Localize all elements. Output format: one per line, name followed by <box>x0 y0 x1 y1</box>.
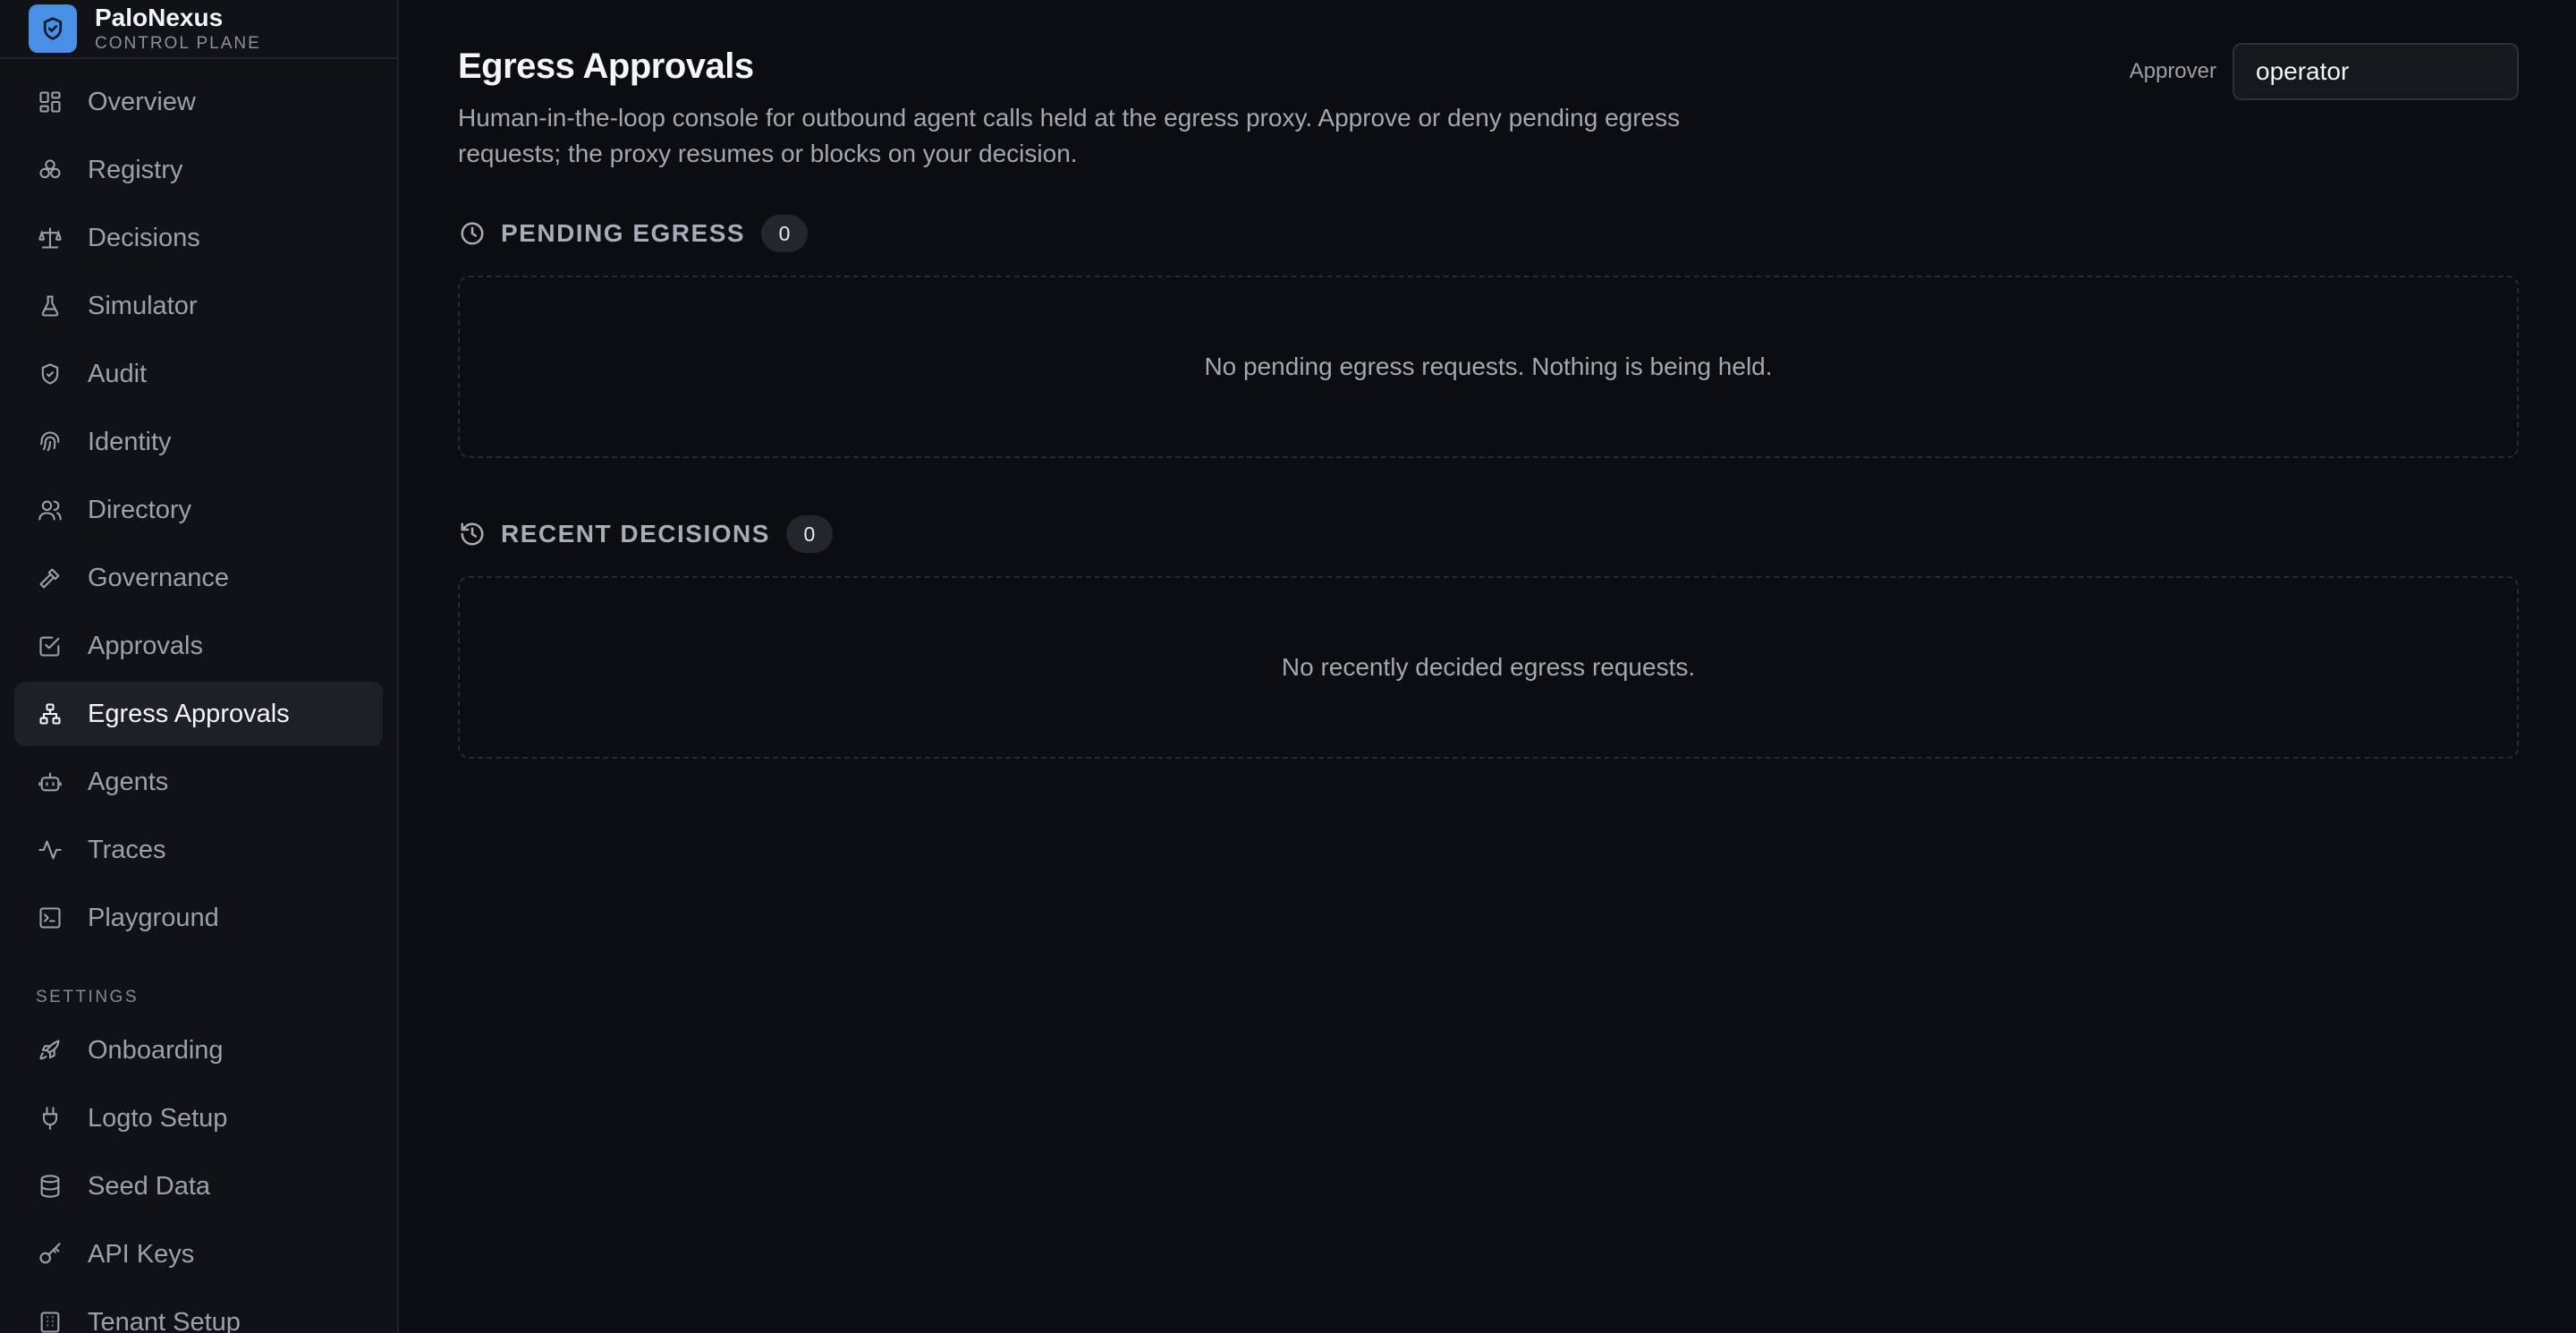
pending-egress-title: PENDING EGRESS <box>501 219 746 247</box>
nav-item-overview[interactable]: Overview <box>14 70 383 134</box>
fingerprint-icon <box>36 428 64 456</box>
recent-decisions-empty-state: No recently decided egress requests. <box>458 576 2519 759</box>
settings-nav: Onboarding Logto Setup Seed Data API Key… <box>0 1011 397 1333</box>
key-icon <box>36 1240 64 1269</box>
nav-item-agents[interactable]: Agents <box>14 750 383 814</box>
nav-item-label: API Keys <box>88 1239 195 1269</box>
nav-item-decisions[interactable]: Decisions <box>14 206 383 270</box>
approver-label: Approver <box>2129 59 2216 83</box>
rocket-icon <box>36 1036 64 1065</box>
nav-item-label: Tenant Setup <box>88 1307 241 1333</box>
nav-item-playground[interactable]: Playground <box>14 886 383 950</box>
nav-item-label: Decisions <box>88 223 200 252</box>
nav-item-tenant-setup[interactable]: Tenant Setup <box>14 1290 383 1333</box>
nav-item-registry[interactable]: Registry <box>14 138 383 202</box>
main-nav: Overview Registry Decisions Simulator Au… <box>0 59 397 950</box>
nav-item-onboarding[interactable]: Onboarding <box>14 1018 383 1083</box>
brand-name: PaloNexus <box>95 4 224 31</box>
database-icon <box>36 1172 64 1201</box>
brand-header[interactable]: PaloNexus CONTROL PLANE <box>0 0 397 59</box>
nav-item-egress-approvals[interactable]: Egress Approvals <box>14 682 383 746</box>
building-icon <box>36 1308 64 1333</box>
pending-count-badge: 0 <box>761 215 809 252</box>
main-content: Egress Approvals Human-in-the-loop conso… <box>399 0 2576 1333</box>
nav-item-label: Registry <box>88 155 183 184</box>
nav-item-governance[interactable]: Governance <box>14 546 383 610</box>
approver-input[interactable] <box>2233 43 2519 100</box>
nav-item-label: Logto Setup <box>88 1103 228 1133</box>
nav-item-label: Identity <box>88 427 172 456</box>
brand-subtitle: CONTROL PLANE <box>95 34 261 53</box>
bot-icon <box>36 768 64 796</box>
nav-item-label: Governance <box>88 563 229 592</box>
nav-item-label: Agents <box>88 767 169 796</box>
nav-item-label: Playground <box>88 903 219 932</box>
grid-icon <box>36 88 64 116</box>
flask-icon <box>36 292 64 320</box>
clock-icon <box>458 219 487 248</box>
gavel-icon <box>36 564 64 592</box>
shield-check-icon <box>36 360 64 388</box>
nav-item-logto-setup[interactable]: Logto Setup <box>14 1086 383 1150</box>
nav-item-label: Seed Data <box>88 1171 211 1201</box>
boxes-icon <box>36 156 64 184</box>
nav-item-label: Onboarding <box>88 1035 224 1065</box>
nav-item-seed-data[interactable]: Seed Data <box>14 1154 383 1218</box>
nav-item-identity[interactable]: Identity <box>14 410 383 474</box>
nav-item-label: Approvals <box>88 631 203 660</box>
sidebar: PaloNexus CONTROL PLANE Overview Registr… <box>0 0 399 1333</box>
nav-item-traces[interactable]: Traces <box>14 818 383 882</box>
network-icon <box>36 700 64 728</box>
pending-egress-empty-state: No pending egress requests. Nothing is b… <box>458 276 2519 458</box>
nav-item-directory[interactable]: Directory <box>14 478 383 542</box>
nav-item-label: Audit <box>88 359 148 388</box>
history-icon <box>458 520 487 548</box>
recent-decisions-header: RECENT DECISIONS 0 <box>458 515 833 553</box>
nav-item-api-keys[interactable]: API Keys <box>14 1222 383 1286</box>
nav-item-simulator[interactable]: Simulator <box>14 274 383 338</box>
nav-item-label: Simulator <box>88 291 198 320</box>
plug-icon <box>36 1104 64 1133</box>
terminal-icon <box>36 904 64 932</box>
recent-decisions-title: RECENT DECISIONS <box>501 520 770 548</box>
users-icon <box>36 496 64 524</box>
page-description: Human-in-the-loop console for outbound a… <box>458 104 1681 167</box>
approver-field: Approver <box>2130 43 2519 100</box>
activity-icon <box>36 836 64 864</box>
nav-item-label: Directory <box>88 495 192 524</box>
nav-item-approvals[interactable]: Approvals <box>14 614 383 678</box>
nav-item-label: Egress Approvals <box>88 699 290 728</box>
shield-logo-icon <box>29 4 77 53</box>
settings-section-label: SETTINGS <box>36 988 140 1006</box>
checkbox-icon <box>36 632 64 660</box>
recent-count-badge: 0 <box>785 515 833 553</box>
scale-icon <box>36 224 64 252</box>
page-title: Egress Approvals <box>458 47 754 86</box>
nav-item-label: Overview <box>88 87 196 116</box>
nav-item-audit[interactable]: Audit <box>14 342 383 406</box>
nav-item-label: Traces <box>88 835 166 864</box>
pending-egress-header: PENDING EGRESS 0 <box>458 215 809 252</box>
